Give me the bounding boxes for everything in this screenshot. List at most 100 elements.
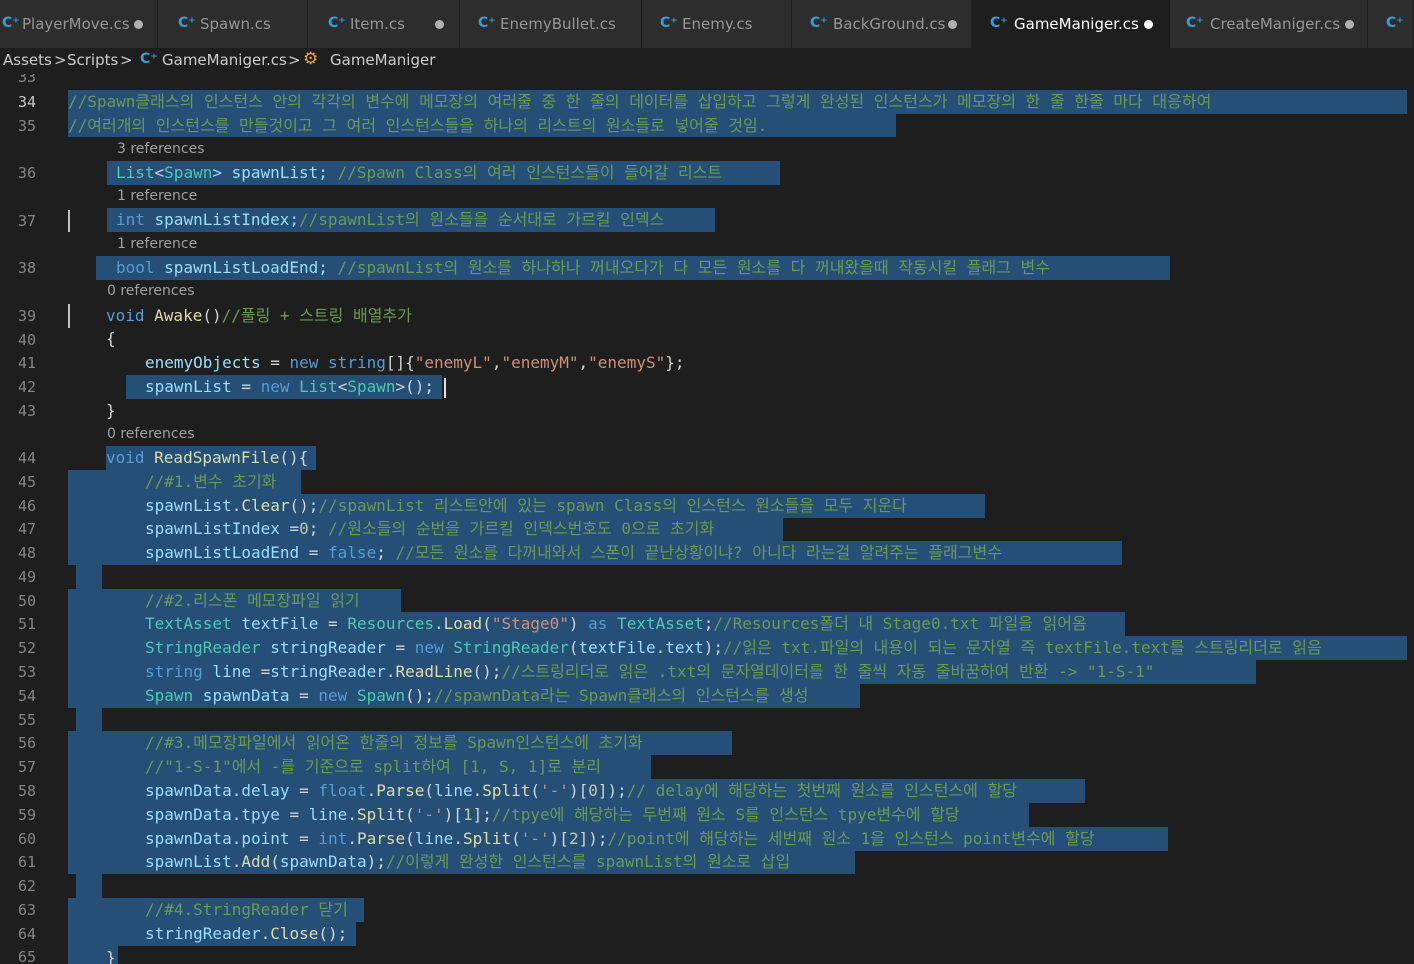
editor-tab-bar: C⁺ PlayerMove.cs C⁺ Spawn.cs C⁺ Item.cs …: [0, 0, 1414, 48]
codelens-references[interactable]: 3 references: [117, 141, 205, 157]
tab-createmaniger[interactable]: C⁺ CreateManiger.cs: [1170, 0, 1368, 48]
line-number: 46: [17, 497, 36, 515]
unsaved-dot-icon[interactable]: [435, 20, 444, 29]
csharp-file-icon: C⁺: [1186, 15, 1204, 31]
code-editor[interactable]: 33 34 35 36 37 38 39 40 41 42 43 44 45 4…: [0, 74, 1414, 964]
line-number: 44: [17, 449, 36, 467]
line-number: 49: [17, 568, 36, 586]
line-number: 39: [17, 307, 36, 325]
line-number: 38: [17, 259, 36, 277]
tab-item[interactable]: C⁺ Item.cs: [308, 0, 460, 48]
code-line: TextAsset textFile = Resources.Load("Sta…: [145, 614, 1087, 633]
tab-label: Spawn.cs: [200, 15, 271, 33]
tab-label: PlayerMove.cs: [22, 15, 130, 33]
line-number: 58: [17, 782, 36, 800]
indent-guide: [68, 210, 70, 232]
breadcrumb: Assets > Scripts > C⁺ GameManiger.cs > ⚙…: [0, 48, 1414, 74]
line-number: 62: [17, 877, 36, 895]
line-number: 63: [17, 901, 36, 919]
breadcrumb-class[interactable]: GameManiger: [330, 51, 435, 69]
line-number: 56: [17, 734, 36, 752]
csharp-file-icon: C⁺: [2, 15, 20, 31]
codelens-references[interactable]: 1 reference: [117, 236, 197, 252]
code-line: StringReader stringReader = new StringRe…: [145, 638, 1322, 657]
codelens-references[interactable]: 0 references: [107, 283, 195, 299]
csharp-file-icon: C⁺: [810, 15, 828, 31]
line-number: 59: [17, 806, 36, 824]
tab-label: Enemy.cs: [682, 15, 753, 33]
line-number: 51: [17, 615, 36, 633]
line-number: 48: [17, 544, 36, 562]
code-line: void ReadSpawnFile(){: [106, 448, 309, 467]
chevron-right-icon: >: [288, 51, 301, 69]
unsaved-dot-icon[interactable]: [948, 20, 957, 29]
csharp-file-icon: C⁺: [660, 15, 678, 31]
code-line: }: [106, 948, 116, 964]
codelens-references[interactable]: 1 reference: [117, 188, 197, 204]
line-number: 54: [17, 687, 36, 705]
line-number: 57: [17, 758, 36, 776]
tab-enemy[interactable]: C⁺ Enemy.cs: [642, 0, 792, 48]
tab-label: CreateManiger.cs: [1210, 15, 1341, 33]
code-line: spawnListIndex =0; //원소들의 순번을 가르킬 인덱스번호도…: [145, 519, 715, 538]
code-line: spawnListLoadEnd = false; //모든 원소를 다꺼내와서…: [145, 543, 1002, 562]
code-line: List<Spawn> spawnList; //Spawn Class의 여러…: [116, 163, 723, 182]
code-line: {: [106, 329, 116, 348]
line-number: 34: [17, 93, 36, 111]
code-line: spawnList.Clear();//spawnList 리스트안에 있는 s…: [145, 496, 907, 515]
csharp-file-icon: C⁺: [140, 51, 158, 67]
code-line: spawnData.delay = float.Parse(line.Split…: [145, 781, 1017, 800]
line-number: 43: [17, 402, 36, 420]
code-line: enemyObjects = new string[]{"enemyL","en…: [145, 353, 685, 372]
tab-label: Item.cs: [350, 15, 405, 33]
indent-guide: [68, 304, 70, 328]
line-number: 33: [17, 74, 36, 86]
line-number: 47: [17, 520, 36, 538]
selection-highlight: [76, 708, 102, 732]
line-number: 45: [17, 473, 36, 491]
code-line: bool spawnListLoadEnd; //spawnList의 원소를 …: [116, 258, 1050, 277]
line-number: 61: [17, 853, 36, 871]
tab-enemybullet[interactable]: C⁺ EnemyBullet.cs: [460, 0, 642, 48]
breadcrumb-assets[interactable]: Assets: [3, 51, 52, 69]
unsaved-dot-icon[interactable]: [134, 20, 143, 29]
breadcrumb-scripts[interactable]: Scripts: [67, 51, 118, 69]
code-line: //여러개의 인스턴스를 만들것이고 그 여러 인스턴스들을 하나의 리스트의 …: [68, 116, 768, 135]
line-number: 37: [17, 212, 36, 230]
tab-gamemaniger[interactable]: C⁺ GameManiger.cs: [972, 0, 1170, 48]
tab-label: BackGround.cs: [833, 15, 946, 33]
breadcrumb-file[interactable]: GameManiger.cs: [162, 51, 287, 69]
tab-spawn[interactable]: C⁺ Spawn.cs: [158, 0, 308, 48]
code-line: }: [106, 401, 116, 420]
tab-overflow[interactable]: C⁺: [1368, 0, 1414, 48]
csharp-file-icon: C⁺: [478, 15, 496, 31]
selection-highlight: [76, 874, 102, 898]
code-line: //#3.메모장파일에서 읽어온 한줄의 정보를 Spawn인스턴스에 초기화: [145, 733, 643, 752]
tab-label: GameManiger.cs: [1014, 15, 1139, 33]
line-number: 53: [17, 663, 36, 681]
line-number: 55: [17, 711, 36, 729]
code-line: //#4.StringReader 닫기: [145, 900, 348, 919]
csharp-file-icon: C⁺: [328, 15, 346, 31]
code-line: void Awake()//풀링 + 스트링 배열추가: [106, 306, 412, 325]
line-number: 50: [17, 592, 36, 610]
code-line: spawnList.Add(spawnData);//이렇게 완성한 인스턴스를…: [145, 852, 791, 871]
code-line: //"1-S-1"에서 -를 기준으로 split하여 [1, S, 1]로 분…: [145, 757, 601, 776]
unsaved-dot-icon[interactable]: [1144, 20, 1153, 29]
tab-background[interactable]: C⁺ BackGround.cs: [792, 0, 972, 48]
codelens-references[interactable]: 0 references: [107, 426, 195, 442]
chevron-right-icon: >: [54, 51, 67, 69]
csharp-file-icon: C⁺: [178, 15, 196, 31]
chevron-right-icon: >: [120, 51, 133, 69]
line-number: 41: [17, 354, 36, 372]
line-number: 52: [17, 639, 36, 657]
text-cursor: [443, 377, 446, 398]
line-number: 60: [17, 830, 36, 848]
class-symbol-icon: ⚙: [303, 49, 319, 69]
line-number: 65: [17, 948, 36, 964]
unsaved-dot-icon[interactable]: [1345, 20, 1354, 29]
tab-playermove[interactable]: C⁺ PlayerMove.cs: [0, 0, 158, 48]
line-number: 35: [17, 117, 36, 135]
code-line: spawnList = new List<Spawn>();: [145, 375, 446, 399]
tab-label: EnemyBullet.cs: [500, 15, 616, 33]
